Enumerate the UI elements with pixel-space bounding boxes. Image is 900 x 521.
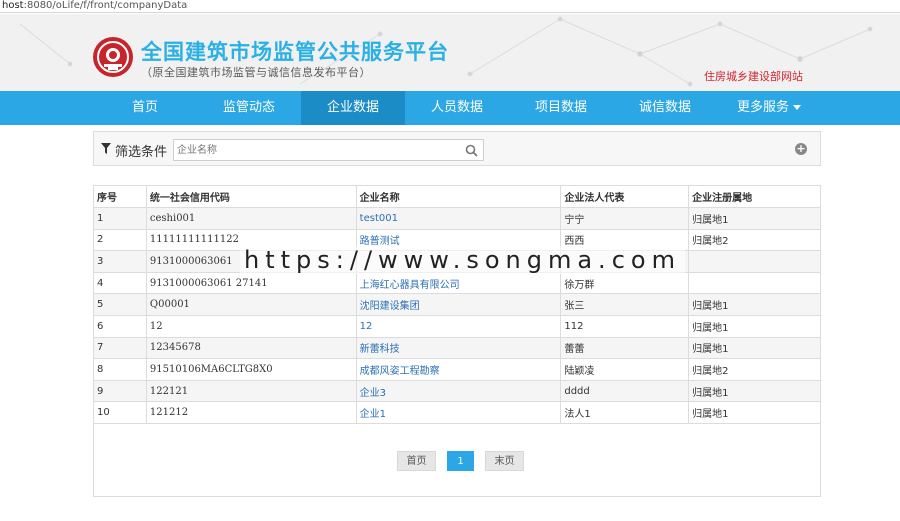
cell-credit-code: 9131000063061 27141 xyxy=(145,271,357,295)
column-header-registration-location: 企业注册属地 xyxy=(688,185,821,208)
cell-registration-location: 归属地1 xyxy=(688,207,821,230)
plus-circle-icon[interactable]: + xyxy=(795,143,807,155)
cell-index: 3 xyxy=(93,250,147,273)
cell-index: 7 xyxy=(93,336,147,360)
cell-index: 10 xyxy=(93,401,147,424)
cell-company-name-link[interactable]: 企业1 xyxy=(355,401,562,424)
column-header-index: 序号 xyxy=(93,185,147,208)
column-header-company-name: 企业名称 xyxy=(355,185,562,208)
table-row: 4 9131000063061 27141 上海红心器具有限公司 徐万群 xyxy=(93,271,821,295)
cell-registration-location: 归属地1 xyxy=(688,401,821,424)
nav-credit-data[interactable]: 诚信数据 xyxy=(613,91,717,125)
nav-more-services[interactable]: 更多服务 xyxy=(717,91,821,125)
nav-more-services-label: 更多服务 xyxy=(736,100,789,115)
table-row: 8 91510106MA6CLTG8X0 成都风姿工程勘察 陆颖凌 归属地2 xyxy=(93,358,821,381)
table-row: 10 121212 企业1 法人1 归属地1 xyxy=(93,401,821,424)
cell-registration-location: 归属地1 xyxy=(688,379,821,403)
cell-registration-location: 归属地1 xyxy=(688,293,821,316)
chevron-down-icon xyxy=(793,105,801,110)
table-header-row: 序号 统一社会信用代码 企业名称 企业法人代表 企业注册属地 xyxy=(93,185,821,208)
url-path: :8080/oLife/f/front/companyData xyxy=(23,0,188,11)
cell-registration-location: 归属地2 xyxy=(688,228,821,252)
filter-label: 筛选条件 xyxy=(115,145,168,160)
cell-credit-code: 12345678 xyxy=(145,336,357,360)
nav-home[interactable]: 首页 xyxy=(93,91,197,125)
search-icon[interactable] xyxy=(465,144,478,157)
pagination: 首页 1 末页 xyxy=(397,451,524,471)
cell-company-name-link[interactable]: 沈阳建设集团 xyxy=(355,293,562,316)
main-navigation: 首页 监管动态 企业数据 人员数据 项目数据 诚信数据 更多服务 xyxy=(0,91,900,125)
cell-credit-code: 12 xyxy=(145,314,357,338)
cell-credit-code: 122121 xyxy=(145,379,357,403)
cell-legal-representative: dddd xyxy=(560,379,690,403)
cell-index: 2 xyxy=(93,228,147,252)
nav-project-data[interactable]: 项目数据 xyxy=(509,91,613,125)
site-header: 全国建筑市场监管公共服务平台 （原全国建筑市场监管与诚信信息发布平台） 住房城乡… xyxy=(0,14,900,91)
cell-index: 4 xyxy=(93,271,147,295)
cell-company-name-link[interactable]: test001 xyxy=(355,207,562,230)
cell-index: 9 xyxy=(93,379,147,403)
nav-enterprise-data[interactable]: 企业数据 xyxy=(301,91,405,125)
cell-credit-code: 121212 xyxy=(145,401,357,424)
cell-registration-location xyxy=(688,250,821,273)
cell-index: 6 xyxy=(93,314,147,338)
cell-registration-location: 归属地1 xyxy=(688,336,821,360)
cell-credit-code: ceshi001 xyxy=(145,207,357,230)
table-row: 7 12345678 新蕾科技 蕾蕾 归属地1 xyxy=(93,336,821,360)
cell-index: 8 xyxy=(93,358,147,381)
cell-registration-location: 归属地2 xyxy=(688,358,821,381)
cell-index: 5 xyxy=(93,293,147,316)
url-host: host xyxy=(2,0,24,11)
filter-bar: 筛选条件 + xyxy=(93,131,821,166)
cell-company-name-link[interactable]: 成都风姿工程勘察 xyxy=(355,358,562,381)
cell-registration-location: 归属地1 xyxy=(688,314,821,338)
cell-legal-representative: 宁宁 xyxy=(560,207,690,230)
pagination-last-page-button[interactable]: 末页 xyxy=(485,451,524,471)
table-row: 5 Q00001 沈阳建设集团 张三 归属地1 xyxy=(93,293,821,316)
browser-url-bar[interactable]: host:8080/oLife/f/front/companyData xyxy=(0,0,900,13)
cell-legal-representative: 张三 xyxy=(560,293,690,316)
table-row: 9 122121 企业3 dddd 归属地1 xyxy=(93,379,821,403)
cell-company-name-link[interactable]: 企业3 xyxy=(355,379,562,403)
site-subtitle: （原全国建筑市场监管与诚信信息发布平台） xyxy=(141,66,371,79)
table-row: 6 12 12 112 归属地1 xyxy=(93,314,821,338)
company-data-table: 序号 统一社会信用代码 企业名称 企业法人代表 企业注册属地 1 ceshi00… xyxy=(93,185,821,424)
cell-company-name-link[interactable]: 上海红心器具有限公司 xyxy=(355,271,562,295)
site-title: 全国建筑市场监管公共服务平台 xyxy=(141,40,449,64)
column-header-legal-representative: 企业法人代表 xyxy=(560,185,690,208)
watermark-overlay: https://www.songma.com xyxy=(240,246,685,274)
nav-supervision-news[interactable]: 监管动态 xyxy=(197,91,301,125)
nav-personnel-data[interactable]: 人员数据 xyxy=(405,91,509,125)
cell-company-name-link[interactable]: 新蕾科技 xyxy=(355,336,562,360)
cell-registration-location xyxy=(688,271,821,295)
company-name-search-input[interactable] xyxy=(177,142,457,158)
cell-legal-representative: 法人1 xyxy=(560,401,690,424)
table-row: 1 ceshi001 test001 宁宁 归属地1 xyxy=(93,207,821,230)
cell-company-name-link[interactable]: 12 xyxy=(355,314,562,338)
cell-legal-representative: 徐万群 xyxy=(560,271,690,295)
cell-legal-representative: 112 xyxy=(560,314,690,338)
cell-credit-code: 91510106MA6CLTG8X0 xyxy=(145,358,357,381)
platform-logo-emblem-icon xyxy=(93,37,133,77)
cell-legal-representative: 陆颖凌 xyxy=(560,358,690,381)
cell-index: 1 xyxy=(93,207,147,230)
filter-icon xyxy=(101,143,111,154)
cell-legal-representative: 蕾蕾 xyxy=(560,336,690,360)
company-name-search-box xyxy=(173,139,484,161)
cell-credit-code: Q00001 xyxy=(145,293,357,316)
ministry-website-link[interactable]: 住房城乡建设部网站 xyxy=(704,68,803,84)
pagination-current-page[interactable]: 1 xyxy=(447,451,474,471)
column-header-credit-code: 统一社会信用代码 xyxy=(145,185,357,208)
pagination-first-page-button[interactable]: 首页 xyxy=(397,451,436,471)
